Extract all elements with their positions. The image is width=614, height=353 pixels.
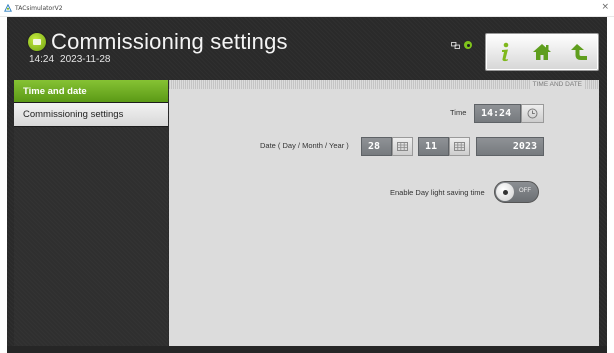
info-icon (501, 42, 508, 62)
day-field[interactable]: 28 (361, 137, 392, 156)
user-icon[interactable] (464, 41, 472, 49)
app-frame: Commissioning settings 14:24 2023-11-28 (7, 17, 607, 353)
sidebar-item-label: Commissioning settings (23, 109, 124, 120)
window-title: TACsimulatorV2 (15, 4, 63, 12)
toggle-state: OFF (519, 188, 531, 194)
back-arrow-icon (571, 44, 588, 60)
app-logo-icon (4, 4, 12, 12)
day-picker-button[interactable] (392, 137, 413, 156)
back-button[interactable] (568, 41, 590, 63)
dst-label: Enable Day light saving time (390, 188, 485, 197)
main-panel: TIME AND DATE Time 14:24 Date ( Day / Mo… (169, 80, 599, 346)
page-title: Commissioning settings (51, 29, 288, 54)
home-icon (532, 44, 551, 60)
sidebar: Time and date Commissioning settings (14, 80, 168, 346)
footer-bar (7, 346, 607, 353)
time-label: Time (450, 108, 467, 117)
sidebar-item-time-and-date[interactable]: Time and date (14, 80, 168, 103)
time-field[interactable]: 14:24 (474, 104, 521, 123)
network-icon (451, 41, 460, 49)
header-date: 2023-11-28 (60, 54, 111, 65)
clock-icon (527, 108, 538, 119)
window-titlebar: TACsimulatorV2 × (0, 0, 614, 17)
navigation-toolbar (485, 33, 599, 71)
section-header: TIME AND DATE (169, 80, 599, 89)
sidebar-item-commissioning-settings[interactable]: Commissioning settings (14, 103, 168, 127)
section-title: TIME AND DATE (529, 80, 585, 89)
date-label: Date ( Day / Month / Year ) (260, 141, 349, 150)
keypad-icon (454, 142, 465, 151)
status-icons (451, 41, 472, 49)
settings-badge-icon (28, 33, 46, 51)
sidebar-item-label: Time and date (23, 85, 87, 97)
page-header: Commissioning settings (28, 30, 288, 54)
header-time: 14:24 (29, 54, 55, 65)
time-picker-button[interactable] (521, 104, 544, 123)
toggle-knob (496, 183, 514, 201)
info-button[interactable] (494, 41, 516, 63)
month-picker-button[interactable] (449, 137, 470, 156)
year-field[interactable]: 2023 (476, 137, 544, 156)
keypad-icon (397, 142, 408, 151)
header-clock: 14:24 2023-11-28 (29, 54, 110, 65)
month-field[interactable]: 11 (418, 137, 449, 156)
home-button[interactable] (531, 41, 553, 63)
dst-toggle[interactable]: OFF (494, 181, 539, 203)
window-close-button[interactable]: × (601, 3, 609, 12)
